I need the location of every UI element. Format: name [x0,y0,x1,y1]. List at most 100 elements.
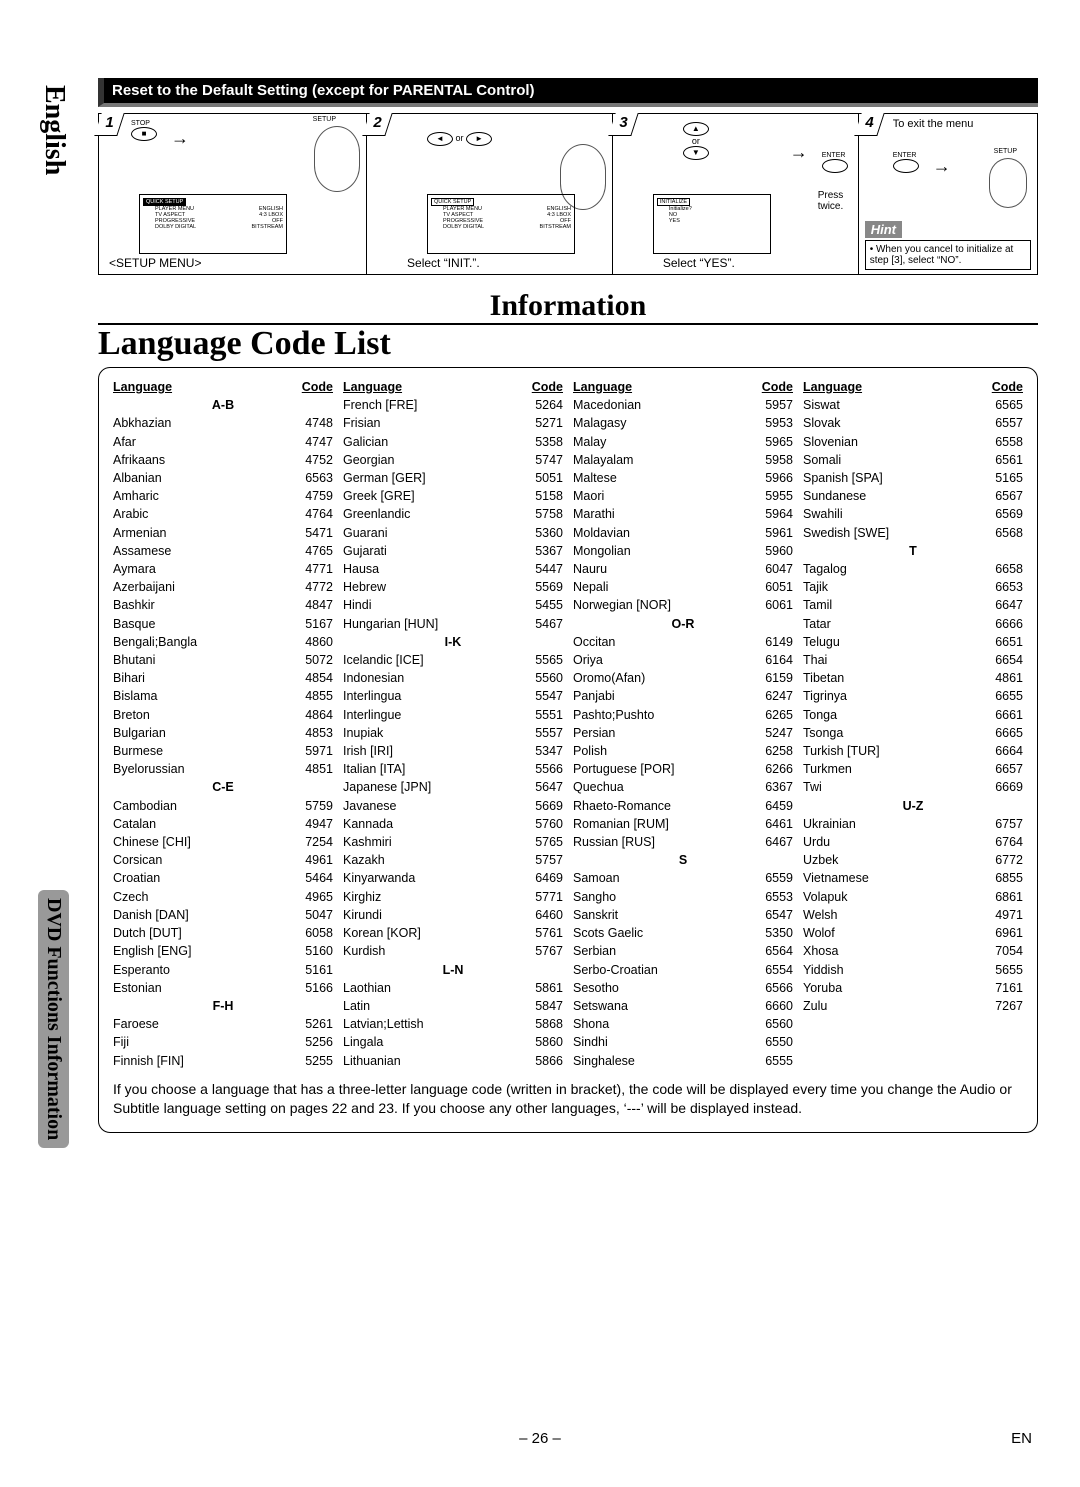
lang-row: Tsonga6665 [803,724,1023,742]
lang-row: Twi6669 [803,778,1023,796]
remote-icon [314,126,360,192]
group-ln: L-N [343,961,563,979]
lang-row: Nepali6051 [573,578,793,596]
step-3-caption: Select “YES”. [663,256,735,270]
lang-row: Japanese [JPN]5647 [343,778,563,796]
lang-row: German [GER]5051 [343,469,563,487]
section-bar: Reset to the Default Setting (except for… [98,78,1038,107]
hint-box: • When you cancel to initialize at step … [865,240,1031,270]
step-2-caption: Select “INIT.”. [407,256,480,270]
col-header-language: Language [573,378,632,396]
lang-row: Kashmiri5765 [343,833,563,851]
lang-row: Moldavian5961 [573,524,793,542]
step-4: 4 To exit the menu ENTER → SETUP Hint • … [859,114,1037,274]
lang-row: Sanskrit6547 [573,906,793,924]
lang-row: Greenlandic5758 [343,505,563,523]
lang-row: Singhalese6555 [573,1052,793,1070]
lang-row: Sindhi6550 [573,1033,793,1051]
step-3-num: 3 [612,113,634,133]
lang-row: Ukrainian6757 [803,815,1023,833]
mini-screen-2: QUICK SETUP PLAYER MENUENGLISHTV ASPECT4… [427,194,575,254]
lang-row: Afar4747 [113,433,333,451]
information-heading: Information [98,289,1038,325]
lang-row: Romanian [RUM]6461 [573,815,793,833]
lang-row: Swedish [SWE]6568 [803,524,1023,542]
step-3: 3 ▲ or ▼ → ENTER Press twice. Select “YE… [613,114,859,274]
lang-row: Afrikaans4752 [113,451,333,469]
lang-row: Slovak6557 [803,414,1023,432]
remote-icon [989,158,1027,208]
page-number: – 26 – [0,1430,1080,1447]
enter-label: ENTER [822,152,846,159]
lang-row: Urdu6764 [803,833,1023,851]
or-label: or [692,136,700,146]
lang-row: Tatar6666 [803,615,1023,633]
lang-row: Siswat6565 [803,396,1023,414]
lang-row: Samoan6559 [573,869,793,887]
enter-label: ENTER [893,152,917,159]
group-fh: F-H [113,997,333,1015]
lang-row: Croatian5464 [113,869,333,887]
lang-row: Swahili6569 [803,505,1023,523]
lang-col-4: LanguageCode Siswat6565Slovak6557Sloveni… [803,378,1023,1070]
lang-row: Quechua6367 [573,778,793,796]
lang-row: Serbian6564 [573,942,793,960]
lang-row: Volapuk6861 [803,888,1023,906]
lang-row: French [FRE]5264 [343,396,563,414]
lang-row: Shona6560 [573,1015,793,1033]
page-lang-code: EN [1011,1430,1032,1447]
lang-row: Malagasy5953 [573,414,793,432]
stop-label: STOP [131,120,150,127]
lang-row: Wolof6961 [803,924,1023,942]
lang-row: Bihari4854 [113,669,333,687]
lang-row: Hungarian [HUN]5467 [343,615,563,633]
col-header-code: Code [532,378,563,396]
stop-button-icon: ■ [131,127,157,141]
lang-row: Latvian;Lettish5868 [343,1015,563,1033]
lang-row: Persian5247 [573,724,793,742]
lang-row: Interlingue5551 [343,706,563,724]
lang-row: Tibetan4861 [803,669,1023,687]
lang-row: Uzbek6772 [803,851,1023,869]
group-ab: A-B [113,396,333,414]
lang-row: Mongolian5960 [573,542,793,560]
lang-row: Turkmen6657 [803,760,1023,778]
mini-menu-row: YES [657,218,767,224]
col-header-code: Code [302,378,333,396]
lang-row: Burmese5971 [113,742,333,760]
lang-row: Oriya6164 [573,651,793,669]
lang-row: Setswana6660 [573,997,793,1015]
quick-setup-tab: QUICK SETUP [431,198,474,206]
language-code-box: LanguageCode A-B Abkhazian4748Afar4747Af… [98,367,1038,1133]
lang-row: Scots Gaelic5350 [573,924,793,942]
step-4-num: 4 [858,113,880,133]
side-tab-english: English [38,85,70,175]
arrow-icon: → [790,142,808,163]
lang-row: Byelorussian4851 [113,760,333,778]
lang-row: Sundanese6567 [803,487,1023,505]
lang-row: Finnish [FIN]5255 [113,1052,333,1070]
lang-row: Vietnamese6855 [803,869,1023,887]
lang-row: Bulgarian4853 [113,724,333,742]
group-ce: C-E [113,778,333,796]
steps-row: 1 STOP ■ → SETUP <SETUP MENU> QUICK SETU… [98,113,1038,275]
side-tab-section: DVD Functions Information [38,890,69,1148]
group-ik: I-K [343,633,563,651]
mini-screen-1: QUICK SETUP PLAYER MENUENGLISHTV ASPECT4… [139,194,287,254]
lang-row: Rhaeto-Romance6459 [573,797,793,815]
col-header-language: Language [343,378,402,396]
page-content: Reset to the Default Setting (except for… [98,78,1038,1133]
lang-row: Armenian5471 [113,524,333,542]
lang-row: Corsican4961 [113,851,333,869]
language-note: If you choose a language that has a thre… [113,1080,1023,1118]
mini-menu-row: DOLBY DIGITALBITSTREAM [143,224,283,230]
lang-row: Bislama4855 [113,687,333,705]
lang-row: Malay5965 [573,433,793,451]
col-header-code: Code [992,378,1023,396]
lang-row: Turkish [TUR]6664 [803,742,1023,760]
col-header-language: Language [113,378,172,396]
step-1-num: 1 [98,113,120,133]
lang-row: Xhosa7054 [803,942,1023,960]
quick-setup-tab: QUICK SETUP [143,198,186,206]
lang-row: Macedonian5957 [573,396,793,414]
